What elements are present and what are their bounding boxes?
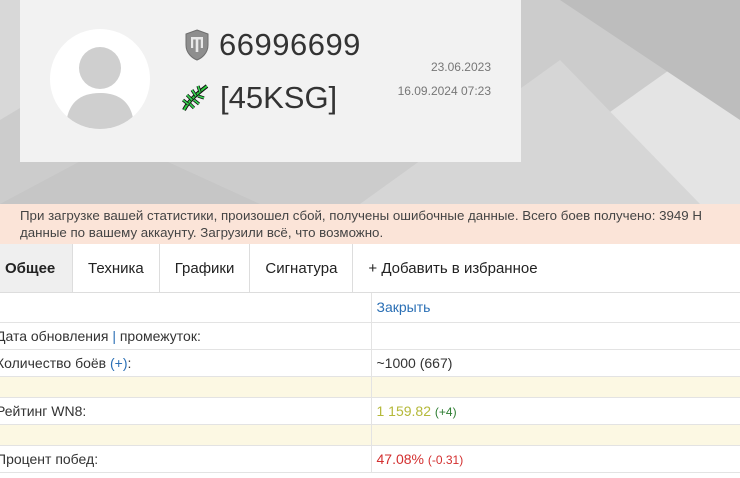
close-cell: Закрыть (371, 293, 740, 323)
player-id-row: 66996699 (184, 25, 361, 65)
error-alert: При загрузке вашей статистики, произошел… (0, 204, 740, 244)
alert-line-2: данные по вашему аккаунту. Загрузили всё… (20, 225, 384, 240)
update-label-text: Дата обновления (0, 327, 109, 344)
table-row: Рейтинг WN8: 1 159.82 (+4) (0, 397, 740, 425)
battles-colon: : (127, 354, 132, 371)
registration-date: 23.06.2023 (430, 60, 491, 74)
profile-card: 66996699 [45KSG] 23.06.2023 16.09.2024 0… (20, 0, 521, 162)
user-silhouette-icon (66, 47, 134, 129)
wn8-value-cell: 1 159.82 (+4) (371, 397, 740, 425)
close-link[interactable]: Закрыть (377, 299, 431, 315)
update-date-value (371, 322, 740, 350)
clan-tag[interactable]: [45KSG] (220, 80, 337, 116)
winrate-delta: (-0.31) (427, 452, 464, 467)
tab-bar: Общее Техника Графики Сигнатура + Добави… (0, 244, 740, 293)
table-row: Дата обновления | промежуток: (0, 322, 740, 350)
winrate-value: 47.08% (376, 450, 424, 467)
wn8-delta: (+4) (434, 404, 457, 419)
table-row: Процент побед: 47.08% (-0.31) (0, 445, 740, 473)
update-interval-text: промежуток: (119, 327, 201, 344)
table-row: Закрыть (0, 293, 740, 323)
spacer-cell (0, 424, 372, 446)
spacer-cell (371, 376, 740, 398)
add-to-favorites-button[interactable]: + Добавить в избранное (353, 244, 552, 292)
table-row: Количество боёв (+): ~1000 (667) (0, 349, 740, 377)
winrate-label: Процент побед: (0, 445, 372, 473)
battles-label-text: Количество боёв (0, 354, 107, 371)
battles-count-label: Количество боёв (+): (0, 349, 372, 377)
tab-vehicles[interactable]: Техника (73, 244, 160, 292)
tab-charts[interactable]: Графики (160, 244, 251, 292)
battles-count-value: ~1000 (667) (371, 349, 740, 377)
wot-shield-icon (185, 29, 209, 61)
table-row-spacer (0, 376, 740, 398)
last-battle-date: 16.09.2024 07:23 (397, 84, 491, 98)
update-date-label: Дата обновления | промежуток: (0, 322, 372, 350)
profile-header: 66996699 [45KSG] 23.06.2023 16.09.2024 0… (0, 0, 740, 204)
player-id: 66996699 (219, 27, 361, 62)
clan-row[interactable]: [45KSG] (180, 78, 337, 118)
spacer-cell (371, 424, 740, 446)
winrate-value-cell: 47.08% (-0.31) (371, 445, 740, 473)
battles-plus-link[interactable]: (+) (110, 355, 128, 371)
avatar (50, 29, 150, 129)
empty-cell (0, 293, 372, 323)
clan-emblem-icon (182, 84, 209, 111)
table-row-spacer (0, 424, 740, 446)
update-separator: | (112, 327, 116, 344)
alert-line-1: При загрузке вашей статистики, произошел… (20, 208, 702, 223)
tab-signature[interactable]: Сигнатура (250, 244, 354, 292)
stats-table: Закрыть Дата обновления | промежуток: Ко… (0, 293, 740, 473)
wn8-label: Рейтинг WN8: (0, 397, 372, 425)
spacer-cell (0, 376, 372, 398)
wn8-value: 1 159.82 (376, 402, 432, 419)
tab-general[interactable]: Общее (0, 244, 73, 292)
